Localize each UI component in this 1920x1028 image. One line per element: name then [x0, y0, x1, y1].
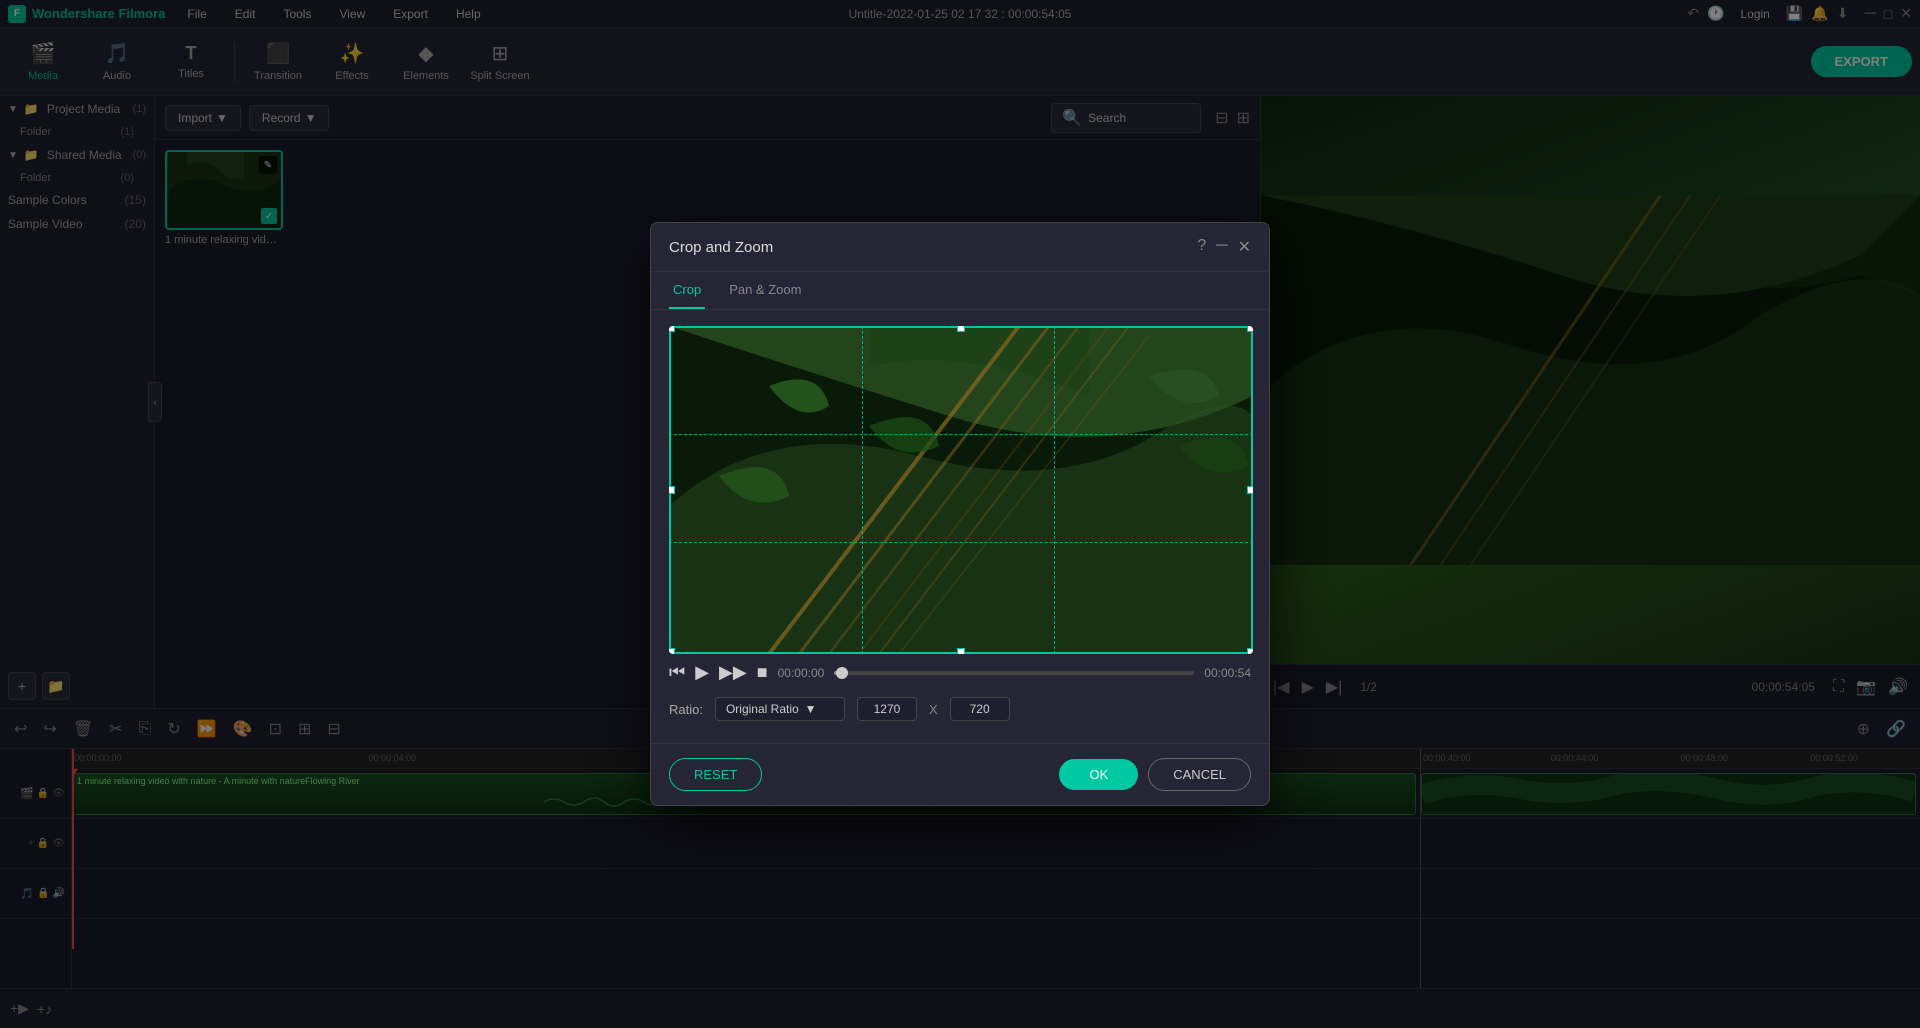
ratio-width-input[interactable]	[857, 697, 917, 721]
playback-time-total: 00:00:54	[1204, 666, 1251, 680]
crop-zoom-dialog: Crop and Zoom ? ─ ✕ Crop Pan & Zoom	[650, 222, 1270, 806]
dialog-minimize-icon[interactable]: ─	[1216, 237, 1227, 257]
ratio-dropdown-icon: ▼	[805, 702, 817, 716]
crop-canvas[interactable]	[669, 326, 1253, 654]
dialog-body: ⏮ ▶ ▶▶ ■ 00:00:00 00:00:54 Ratio: Origin…	[651, 310, 1269, 743]
play-button[interactable]: ▶	[695, 662, 709, 683]
ratio-height-input[interactable]	[950, 697, 1010, 721]
rewind-icon[interactable]: ⏮	[669, 662, 685, 683]
dialog-header: Crop and Zoom ? ─ ✕	[651, 223, 1269, 272]
ratio-x-separator: X	[929, 702, 938, 717]
dialog-overlay: Crop and Zoom ? ─ ✕ Crop Pan & Zoom	[0, 0, 1920, 1028]
ratio-selected-value: Original Ratio	[726, 702, 799, 716]
dialog-title: Crop and Zoom	[669, 239, 773, 256]
dialog-header-icons: ? ─ ✕	[1197, 237, 1251, 257]
crop-canvas-bg	[669, 326, 1253, 654]
playback-controls: ⏮ ▶ ▶▶ ■ 00:00:00 00:00:54	[669, 654, 1251, 691]
tab-pan-zoom[interactable]: Pan & Zoom	[725, 272, 805, 309]
playback-slider[interactable]	[834, 671, 1194, 675]
crop-video-svg	[669, 326, 1253, 654]
dialog-footer: RESET OK CANCEL	[651, 743, 1269, 805]
playback-thumb[interactable]	[836, 667, 848, 679]
dialog-close-icon[interactable]: ✕	[1238, 237, 1251, 257]
tab-crop[interactable]: Crop	[669, 272, 705, 309]
stop-icon[interactable]: ■	[757, 662, 768, 683]
dialog-tabs: Crop Pan & Zoom	[651, 272, 1269, 310]
playback-time-current: 00:00:00	[778, 666, 825, 680]
play-next-icon[interactable]: ▶▶	[719, 662, 747, 683]
cancel-button[interactable]: CANCEL	[1148, 758, 1251, 791]
ok-button[interactable]: OK	[1059, 759, 1138, 790]
ratio-label: Ratio:	[669, 702, 703, 717]
reset-button[interactable]: RESET	[669, 758, 762, 791]
help-icon[interactable]: ?	[1197, 237, 1206, 257]
ratio-row: Ratio: Original Ratio ▼ X	[669, 691, 1251, 727]
ratio-select[interactable]: Original Ratio ▼	[715, 697, 845, 721]
